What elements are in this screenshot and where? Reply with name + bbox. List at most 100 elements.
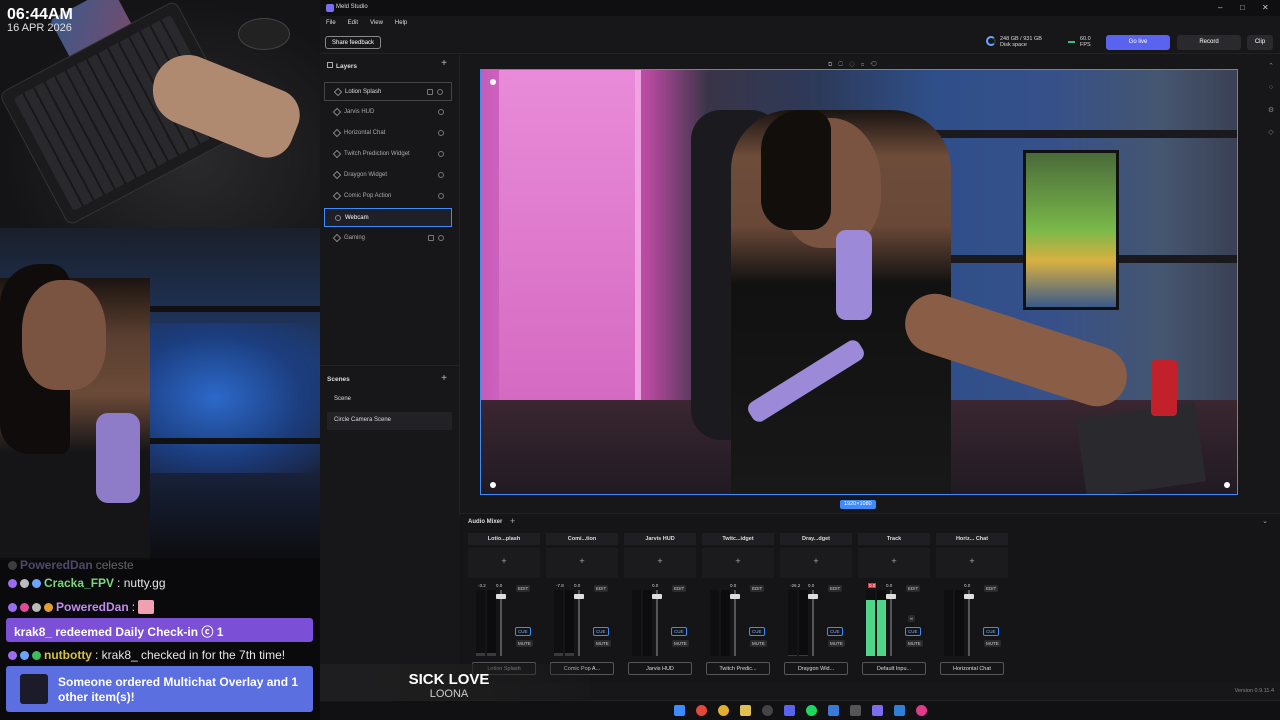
volume-fader[interactable] [812,590,814,656]
chat-icon[interactable]: ○ [1264,84,1278,106]
share-feedback-button[interactable]: Share feedback [325,36,382,49]
layer-item[interactable]: Lotion Splash [324,82,452,101]
layer-item[interactable]: Draygon Widget [324,166,452,185]
layer-item[interactable]: Comic Pop Action [324,187,452,206]
spotify-icon[interactable] [806,705,817,716]
edit-button[interactable]: EDIT [516,585,531,592]
menu-view[interactable]: View [370,20,383,30]
fader-knob[interactable] [652,594,662,599]
close-icon[interactable]: ✕ [1262,3,1269,12]
diamond-icon[interactable]: ◇ [1264,128,1278,150]
mute-button[interactable]: MUTE [984,640,1001,647]
folder-icon[interactable] [740,705,751,716]
collapse-icon[interactable]: ⌃ [1264,62,1278,84]
cue-button[interactable]: CUE [515,627,531,636]
edit-button[interactable]: EDIT [828,585,843,592]
fader-knob[interactable] [574,594,584,599]
volume-fader[interactable] [890,590,892,656]
volume-fader[interactable] [656,590,658,656]
volume-fader[interactable] [968,590,970,656]
lock-icon[interactable] [427,89,433,95]
app-icon[interactable] [850,705,861,716]
chrome-icon[interactable] [718,705,729,716]
source-select[interactable]: Default Inpu... [862,662,926,675]
app-icon[interactable] [828,705,839,716]
menu-file[interactable]: File [326,20,336,30]
add-audio-button[interactable]: + [510,516,515,526]
visibility-icon[interactable] [438,172,444,178]
browser-icon[interactable] [696,705,707,716]
start-icon[interactable] [674,705,685,716]
app-icon[interactable] [784,705,795,716]
volume-fader[interactable] [734,590,736,656]
scene-item[interactable]: Scene [327,391,452,409]
cue-button[interactable]: CUE [593,627,609,636]
add-source-button[interactable]: + [780,548,852,578]
cue-button[interactable]: CUE [827,627,843,636]
cue-button[interactable]: CUE [749,627,765,636]
mute-button[interactable]: MUTE [594,640,611,647]
add-layer-button[interactable]: + [441,58,447,69]
mute-button[interactable]: MUTE [516,640,533,647]
fader-knob[interactable] [886,594,896,599]
go-live-button[interactable]: Go live [1106,35,1170,50]
volume-fader[interactable] [578,590,580,656]
fader-knob[interactable] [808,594,818,599]
strip-name[interactable]: Horiz... Chat [936,533,1008,545]
add-source-button[interactable]: + [936,548,1008,578]
settings-icon[interactable]: ⚙ [1264,106,1278,128]
fader-knob[interactable] [496,594,506,599]
cue-button[interactable]: CUE [905,627,921,636]
edit-button[interactable]: EDIT [594,585,609,592]
source-select[interactable]: Draygon Wid... [784,662,848,675]
add-source-button[interactable]: + [702,548,774,578]
canvas-mini-toolbar[interactable]: ⧉▢◇◻⟲ [828,62,883,69]
visibility-icon[interactable] [438,193,444,199]
edit-button[interactable]: EDIT [672,585,687,592]
lock-icon[interactable] [428,235,434,241]
source-select[interactable]: Jarvis HUD [628,662,692,675]
meld-icon[interactable] [872,705,883,716]
mute-button[interactable]: MUTE [672,640,689,647]
menu-help[interactable]: Help [395,20,407,30]
add-source-button[interactable]: + [858,548,930,578]
layer-item[interactable]: Jarvis HUD [324,103,452,122]
volume-fader[interactable] [500,590,502,656]
fader-knob[interactable] [964,594,974,599]
resize-handle[interactable] [490,482,496,488]
visibility-icon[interactable] [438,151,444,157]
cue-button[interactable]: CUE [983,627,999,636]
source-select[interactable]: Twitch Predic... [706,662,770,675]
visibility-icon[interactable] [438,235,444,241]
scene-item-selected[interactable]: Circle Camera Scene [327,412,452,430]
visibility-icon[interactable] [437,89,443,95]
mute-button[interactable]: MUTE [828,640,845,647]
layer-item[interactable]: Horizontal Chat [324,124,452,143]
strip-name[interactable]: Lotio...plash [468,533,540,545]
layer-item[interactable]: Gaming [324,229,452,248]
layer-item-selected[interactable]: Webcam [324,208,452,227]
edit-button[interactable]: EDIT [750,585,765,592]
edit-button[interactable]: EDIT [984,585,999,592]
menu-edit[interactable]: Edit [348,20,358,30]
strip-name[interactable]: Jarvis HUD [624,533,696,545]
resize-handle[interactable] [1224,482,1230,488]
clip-button[interactable]: Clip [1247,35,1273,50]
resize-handle[interactable] [490,79,496,85]
app-icon[interactable] [916,705,927,716]
record-button[interactable]: Record [1177,35,1241,50]
add-source-button[interactable]: + [468,548,540,578]
mute-button[interactable]: MUTE [906,640,923,647]
add-source-button[interactable]: + [624,548,696,578]
strip-name[interactable]: Dray...dget [780,533,852,545]
visibility-icon[interactable] [438,130,444,136]
fader-knob[interactable] [730,594,740,599]
minimize-icon[interactable]: – [1218,3,1222,12]
add-source-button[interactable]: + [546,548,618,578]
layer-item[interactable]: Twitch Prediction Widget [324,145,452,164]
vscode-icon[interactable] [894,705,905,716]
strip-name[interactable]: Twitc...idget [702,533,774,545]
maximize-icon[interactable]: □ [1240,3,1245,12]
settings-icon[interactable] [762,705,773,716]
strip-name[interactable]: Track [858,533,930,545]
